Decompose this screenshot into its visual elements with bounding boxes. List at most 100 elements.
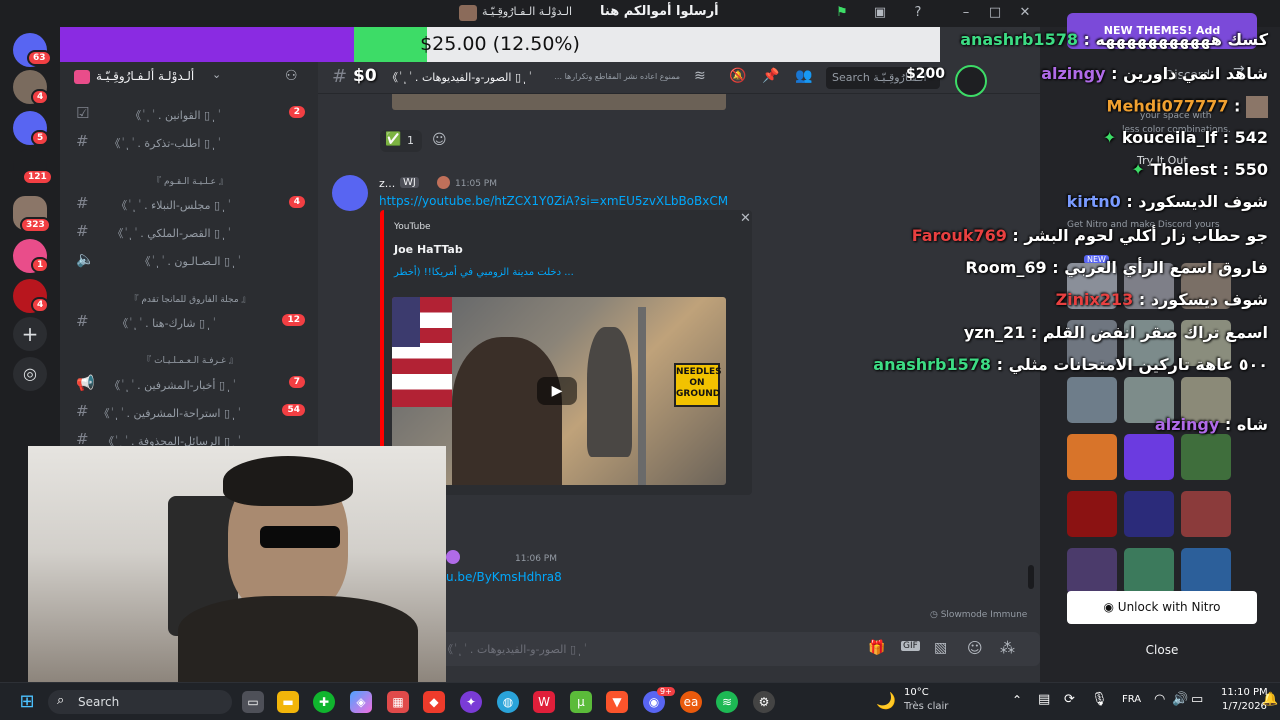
chevron-down-icon[interactable]: ⌄ [212,68,221,81]
emoji-icon[interactable]: ☺ [967,639,983,657]
messenger-icon[interactable]: ✦ [460,691,482,713]
inbox-icon[interactable]: ▣ [872,5,888,21]
user-avatar[interactable] [446,550,460,564]
store-icon[interactable]: ▦ [387,691,409,713]
embed-author[interactable]: Joe HaTTab [394,243,463,256]
apps-icon[interactable]: ⁂ [1000,639,1015,657]
maximize-button[interactable]: □ [987,5,1003,21]
channel-item[interactable]: # 《 ٰ ٖ ٰ . مجلس-النبلاء ▯ ٖ ٰ 4 [70,191,310,217]
theme-color-swatch[interactable] [1181,434,1231,480]
category-header[interactable]: 『 مجلة الفاروق للمانجا تقدم 』 [75,292,305,305]
tray-app-icon[interactable]: ▤ [1038,692,1050,707]
brave-icon[interactable]: ▼ [606,691,628,713]
add-member-icon[interactable]: ⚇ [285,68,298,84]
threads-icon[interactable]: ≋ [694,68,706,84]
diamond-icon: ✦ [1102,128,1122,147]
discord-taskbar-badge: 9+ [657,687,675,696]
message-link[interactable]: u.be/ByKmsHdhra8 [446,570,562,584]
winrar-icon[interactable]: W [533,691,555,713]
steam-icon[interactable]: ⚙ [753,691,775,713]
reaction-count: 1 [407,134,414,147]
hash-icon: # [76,132,89,150]
reaction-button[interactable]: ✅ 1 [380,130,422,152]
task-view-icon[interactable]: ▭ [242,691,264,713]
close-panel-button[interactable]: Close [1067,638,1257,662]
theme-color-swatch[interactable] [1067,491,1117,537]
theme-color-swatch[interactable] [1067,434,1117,480]
weather-desc[interactable]: Très clair [904,701,948,712]
theme-color-swatch[interactable] [1067,548,1117,594]
theme-color-swatch[interactable] [1181,548,1231,594]
microphone-icon[interactable]: 🎙 [1091,692,1108,707]
weather-temp[interactable]: 10°C [904,687,929,698]
flag-icon[interactable]: ⚑ [834,5,850,21]
channel-topic[interactable]: ممنوع اعاده نشر المقاطع وتكرارها ... [540,72,680,81]
warning-sign: NEEDLES ON GROUND [674,363,722,407]
windows-start-icon[interactable]: ⊞ [16,691,38,713]
author-tag: WJ [400,177,419,188]
overlay-chat-separator: : [1006,226,1025,245]
members-icon[interactable]: 👥 [795,68,812,84]
ea-icon[interactable]: ea [680,691,702,713]
discord-avatar[interactable] [332,175,368,211]
edge-icon[interactable]: ◍ [497,691,519,713]
pin-icon[interactable]: 📌 [762,68,779,84]
theme-color-swatch[interactable] [1124,548,1174,594]
embed-title[interactable]: دخلت مدينة الزومبي في أمريكا!! (أخطر ... [394,267,574,278]
embed-provider[interactable]: YouTube [394,222,431,232]
tray-sync-icon[interactable]: ⟳ [1064,692,1075,707]
gif-icon[interactable]: GIF [901,641,920,651]
close-window-button[interactable]: ✕ [1017,5,1033,21]
dismiss-embed-icon[interactable]: ✕ [740,211,751,226]
sticker-icon[interactable]: ▧ [934,640,947,656]
previous-image-attachment[interactable] [392,94,726,110]
file-explorer-icon[interactable]: ▬ [277,691,299,713]
app-diamond-icon[interactable]: ◆ [423,691,445,713]
tray-chevron-icon[interactable]: ⌃ [1012,693,1022,707]
unlock-nitro-button[interactable]: ◉ Unlock with Nitro [1067,591,1257,624]
overlay-chat-separator: : [1133,290,1151,309]
play-icon[interactable]: ▶ [537,377,577,405]
spotify-icon[interactable]: ≋ [716,691,738,713]
theme-color-swatch[interactable] [1124,491,1174,537]
windows-taskbar: ⊞ ⌕ Search ▭ ▬ ✚ ◈ ▦ ◆ ✦ ◍ W µ ▼ ◉ 9+ ea… [0,682,1280,720]
category-header[interactable]: 『 عـلـيـة الـقـوم 』 [75,174,305,187]
channel-item[interactable]: ☑ 《 ٰ ٖ ٰ . القوانين ▯ ٖ ٰ 2 [70,101,310,127]
channel-item[interactable]: # 《 ٰ ٖ ٰ . استراحة-المشرفين ▯ ٖ ٰ 54 [70,399,310,425]
language-indicator[interactable]: FRA [1122,694,1141,705]
clock-time[interactable]: 11:10 PM [1221,687,1268,698]
clock-date[interactable]: 1/7/2026 [1222,701,1267,712]
channel-item[interactable]: 🔈 《 ٰ ٖ ٰ . الـصـالـون ▯ ٖ ٰ [70,247,310,273]
gift-icon[interactable]: 🎁 [868,640,885,656]
scrollbar-thumb[interactable] [1028,565,1034,589]
taskbar-search[interactable]: ⌕ Search [48,690,232,714]
category-header[interactable]: 『 غـرفـة الـعـمـلـيـات 』 [75,353,305,366]
battery-icon[interactable]: ▭ [1191,692,1203,707]
channel-item[interactable]: # 《 ٰ ٖ ٰ . شارك-هنا ▯ ٖ ٰ 12 [70,309,310,335]
person-figure [587,327,632,457]
explore-icon[interactable]: ◎ [13,357,47,391]
minimize-button[interactable]: – [958,5,974,21]
message-author[interactable]: z... [379,177,395,190]
notification-bell-icon[interactable]: 🔔 [1262,692,1278,707]
message-link[interactable]: https://youtube.be/htZCX1Y0ZiA?si=xmEU5z… [379,194,728,208]
theme-color-swatch[interactable] [1181,491,1231,537]
add-server-icon[interactable]: + [13,317,47,351]
channel-item[interactable]: 📢 《 ٰ ٖ ٰ . أخبار-المشرفين ▯ ٖ ٰ 7 [70,371,310,397]
wifi-icon[interactable]: ◠ [1154,692,1165,707]
mute-bell-icon[interactable]: 🔕 [729,68,746,84]
channel-item[interactable]: # 《 ٰ ٖ ٰ . اطلب-تذكرة ▯ ٖ ٰ [70,129,310,155]
hash-icon: # [76,402,89,420]
server-title[interactable]: ألـدوْلـة ألـفـارُوقِـيّـة [96,69,194,83]
help-icon[interactable]: ? [910,5,926,21]
volume-icon[interactable]: 🔊 [1172,692,1188,707]
webcam-feed [28,446,446,682]
overlay-chat-user: Thelest [1150,160,1218,179]
xbox-icon[interactable]: ✚ [313,691,335,713]
channel-item[interactable]: # 《 ٰ ٖ ٰ . القصر-الملكي ▯ ٖ ٰ [70,219,310,245]
add-reaction-icon[interactable]: ☺ [432,132,447,148]
utorrent-icon[interactable]: µ [570,691,592,713]
slowmode-label: ◷ Slowmode Immune [930,610,1027,620]
theme-color-swatch[interactable] [1124,434,1174,480]
copilot-icon[interactable]: ◈ [350,691,372,713]
